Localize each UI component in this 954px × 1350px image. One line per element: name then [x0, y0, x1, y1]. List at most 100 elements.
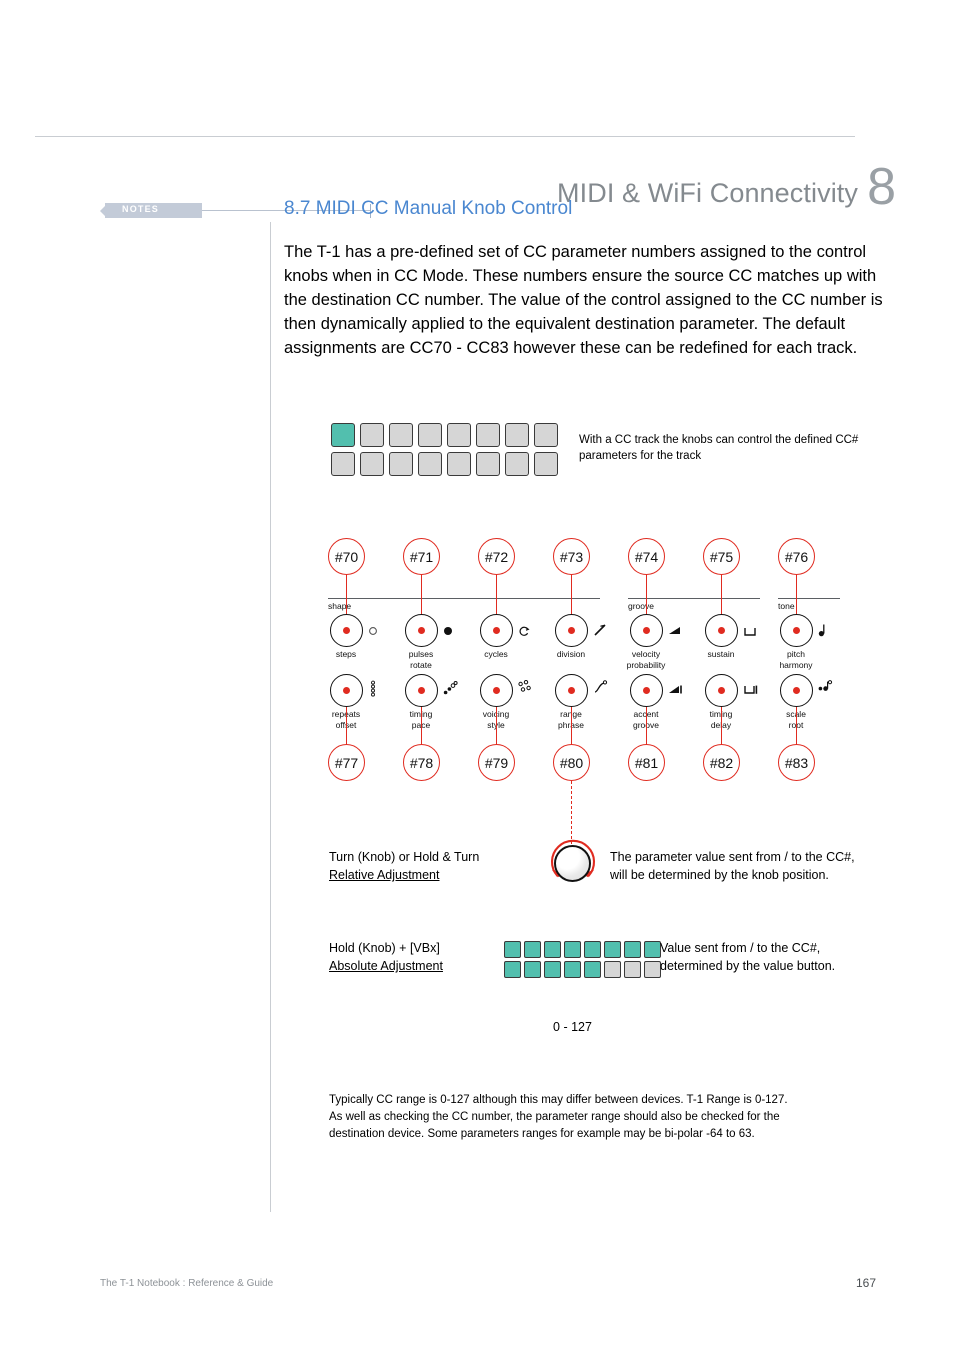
absolute-desc-2: determined by the value button.	[660, 959, 836, 973]
slash-line-icon	[592, 622, 608, 638]
footnote-line-1: Typically CC range is 0-127 although thi…	[329, 1094, 788, 1106]
four-dots-icon	[367, 680, 379, 698]
ramp-triangle-icon	[667, 624, 683, 638]
cc-bubble-83[interactable]: #83	[778, 744, 815, 781]
value-pad-t1[interactable]	[504, 941, 521, 958]
curve-dot-icon	[592, 679, 608, 695]
knob-75-label-1: sustain	[707, 649, 735, 659]
knob-74-label: velocity probability	[606, 649, 686, 670]
knob-79-indicator	[493, 687, 500, 694]
knob-73-label-1: division	[556, 649, 586, 659]
cc-bubble-74[interactable]: #74	[628, 538, 665, 575]
cc-bubble-72[interactable]: #72	[478, 538, 515, 575]
loop-arc-icon	[517, 624, 531, 638]
value-pad-t4[interactable]	[564, 941, 581, 958]
footer-text: The T-1 Notebook : Reference & Guide	[100, 1278, 274, 1289]
knob-73-indicator	[568, 627, 575, 634]
value-pad-t3[interactable]	[544, 941, 561, 958]
value-pad-b3[interactable]	[544, 961, 561, 978]
value-pad-b1[interactable]	[504, 961, 521, 978]
relative-adjustment-description: The parameter value sent from / to the C…	[610, 848, 910, 884]
filled-circle-icon	[442, 625, 454, 637]
knob-71-label: pulses rotate	[381, 649, 461, 670]
scatter-dots-icon	[517, 679, 533, 695]
relative-desc-1: The parameter value sent from / to the C…	[610, 850, 855, 864]
value-pad-t7[interactable]	[624, 941, 641, 958]
knob-83-indicator	[793, 687, 800, 694]
knob-74-label-2: probability	[626, 659, 666, 670]
value-pad-t2[interactable]	[524, 941, 541, 958]
cc-bubble-73[interactable]: #73	[553, 538, 590, 575]
knob-73-label: division	[531, 649, 611, 660]
cc-bubble-79[interactable]: #79	[478, 744, 515, 781]
absolute-line-2: Absolute Adjustment	[329, 959, 443, 973]
value-pad-b5[interactable]	[584, 961, 601, 978]
group-line-groove	[628, 598, 760, 600]
absolute-desc-1: Value sent from / to the CC#,	[660, 941, 821, 955]
footnote-line-3: destination device. Some parameters rang…	[329, 1128, 755, 1140]
knob-70-label-1: steps	[335, 649, 357, 659]
cc-bubble-71[interactable]: #71	[403, 538, 440, 575]
group-label-tone: tone	[778, 601, 795, 611]
knob-71-label-1: pulses	[408, 649, 434, 659]
value-button-grid	[504, 941, 661, 981]
knob-76-indicator	[793, 627, 800, 634]
knob-76-label-2: harmony	[779, 659, 813, 670]
value-pad-t6[interactable]	[604, 941, 621, 958]
knob-82-indicator	[718, 687, 725, 694]
knob-80-indicator	[568, 687, 575, 694]
group-label-shape: shape	[328, 601, 352, 611]
value-row-bottom	[504, 961, 661, 978]
absolute-adjustment-description: Value sent from / to the CC#, determined…	[660, 939, 950, 975]
value-pad-t8[interactable]	[644, 941, 661, 958]
knob-76-label-1: pitch	[787, 649, 805, 659]
value-pad-b4[interactable]	[564, 961, 581, 978]
dot-note-icon	[817, 679, 833, 695]
footnote-line-2: As well as checking the CC number, the p…	[329, 1111, 780, 1123]
value-range-label: 0 - 127	[553, 1020, 592, 1034]
value-pad-b8[interactable]	[644, 961, 661, 978]
ramp-bar-icon	[667, 683, 683, 697]
knob-70-indicator	[343, 627, 350, 634]
knob-75-label: sustain	[681, 649, 761, 660]
cc-bubble-80[interactable]: #80	[553, 744, 590, 781]
cc-bubble-70[interactable]: #70	[328, 538, 365, 575]
cc-bubble-82[interactable]: #82	[703, 744, 740, 781]
absolute-adjustment-label: Hold (Knob) + [VBx] Absolute Adjustment	[329, 939, 519, 975]
knob-71-label-2: rotate	[410, 659, 432, 670]
cc-bubble-78[interactable]: #78	[403, 744, 440, 781]
value-pad-t5[interactable]	[584, 941, 601, 958]
value-pad-b7[interactable]	[624, 961, 641, 978]
chain-dots-icon	[442, 680, 458, 696]
knob-diagram: shape groove tone #70 #71 #72 #73 #74 #7…	[0, 0, 954, 1350]
value-row-top	[504, 941, 661, 958]
knob-74-indicator	[643, 627, 650, 634]
note-icon	[817, 622, 831, 638]
knob-72-label: cycles	[456, 649, 536, 660]
relative-knob-illustration[interactable]	[554, 845, 591, 882]
bracket-bar-icon	[742, 684, 759, 696]
cc-bubble-75[interactable]: #75	[703, 538, 740, 575]
knob-78-indicator	[418, 687, 425, 694]
cc-bubble-77[interactable]: #77	[328, 744, 365, 781]
knob-81-indicator	[643, 687, 650, 694]
knob-74-label-1: velocity	[631, 649, 661, 659]
absolute-line-1: Hold (Knob) + [VBx]	[329, 941, 440, 955]
group-line-tone	[778, 598, 840, 600]
group-line-shape	[328, 598, 600, 600]
relative-desc-2: will be determined by the knob position.	[610, 868, 829, 882]
knob-72-label-1: cycles	[484, 649, 508, 659]
group-label-groove: groove	[628, 601, 654, 611]
knob-70-label: steps	[306, 649, 386, 660]
value-pad-b6[interactable]	[604, 961, 621, 978]
knob-76-label: pitch harmony	[756, 649, 836, 670]
relative-line-2: Relative Adjustment	[329, 868, 440, 882]
page-number: 167	[856, 1276, 877, 1290]
hollow-circle-icon	[367, 625, 379, 637]
relative-line-1: Turn (Knob) or Hold & Turn	[329, 850, 480, 864]
document-page: MIDI & WiFi Connectivity 8 NOTES 8.7 MID…	[0, 0, 954, 1350]
cc-bubble-81[interactable]: #81	[628, 744, 665, 781]
relative-adjustment-label: Turn (Knob) or Hold & Turn Relative Adju…	[329, 848, 559, 884]
value-pad-b2[interactable]	[524, 961, 541, 978]
cc-bubble-76[interactable]: #76	[778, 538, 815, 575]
